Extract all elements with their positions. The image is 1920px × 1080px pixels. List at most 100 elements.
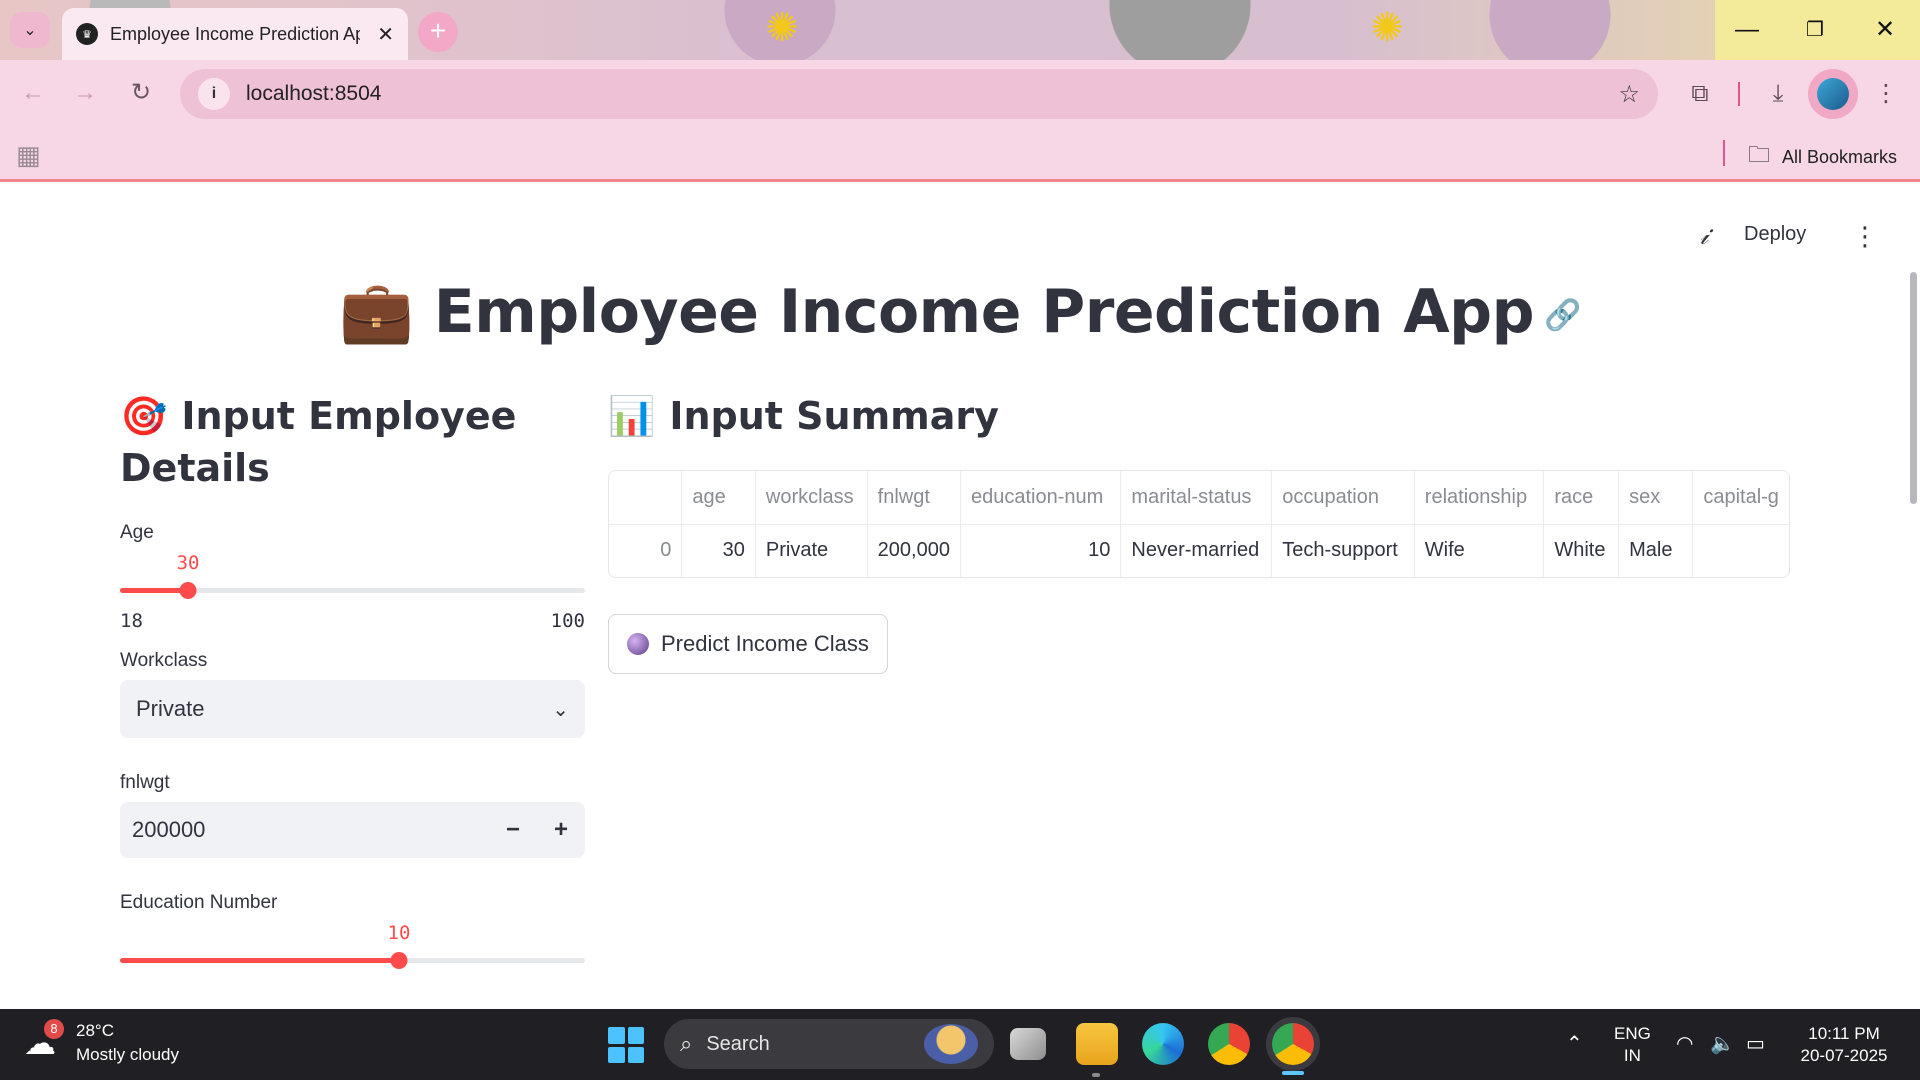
back-icon[interactable]: ←: [14, 74, 52, 112]
new-tab-button[interactable]: +: [418, 12, 458, 52]
wifi-icon[interactable]: ◠: [1676, 1033, 1693, 1055]
taskbar-search-box[interactable]: ⌕ Search: [664, 1019, 994, 1069]
deploy-button[interactable]: Deploy: [1744, 223, 1806, 246]
fnlwgt-label: fnlwgt: [120, 772, 170, 793]
browser-tab-strip: ✺ ✺ ⌄ ♛ Employee Income Prediction App ✕…: [0, 0, 1920, 60]
search-highlight-icon: [924, 1024, 978, 1064]
language-indicator[interactable]: ENG IN: [1614, 1023, 1651, 1067]
tab-title: Employee Income Prediction App: [110, 23, 360, 44]
column-header[interactable]: sex: [1618, 471, 1694, 525]
forward-icon[interactable]: →: [66, 74, 104, 112]
windows-start-icon[interactable]: [608, 1027, 644, 1063]
volume-icon[interactable]: 🔈: [1710, 1033, 1735, 1055]
weather-temp: 28°C: [76, 1021, 114, 1040]
table-cell[interactable]: Wife: [1414, 524, 1545, 577]
info-icon[interactable]: 𝒾: [1700, 221, 1708, 252]
chrome-browser-icon[interactable]: [1208, 1023, 1250, 1065]
age-slider-value: 30: [176, 552, 200, 574]
battery-icon[interactable]: ▭: [1746, 1033, 1765, 1055]
page-title-text: Employee Income Prediction App: [433, 277, 1535, 347]
chevron-up-icon[interactable]: ⌃: [1566, 1033, 1583, 1055]
age-field: Age 30 18 100: [120, 522, 585, 632]
age-slider-min: 18: [120, 610, 143, 632]
link-icon[interactable]: 🔗: [1544, 298, 1581, 333]
education-num-slider[interactable]: 10: [120, 922, 585, 969]
clock-date: 20-07-2025: [1800, 1046, 1888, 1065]
app-menu-icon[interactable]: ⋮: [1852, 221, 1878, 252]
all-bookmarks-button[interactable]: 🗀 All Bookmarks: [1748, 138, 1897, 176]
bar-chart-icon: 📊: [608, 394, 656, 438]
chrome-profile-icon[interactable]: [1272, 1023, 1314, 1065]
column-header[interactable]: age: [681, 471, 756, 525]
browser-tab-active[interactable]: ♛ Employee Income Prediction App ✕: [62, 8, 408, 60]
table-cell[interactable]: 10: [960, 524, 1122, 577]
folder-icon: 🗀: [1748, 142, 1771, 167]
increment-button[interactable]: +: [537, 802, 585, 858]
fnlwgt-number-input[interactable]: 200000 − +: [120, 802, 585, 858]
workclass-select[interactable]: Private ⌄: [120, 680, 585, 738]
download-icon[interactable]: ⤓: [1758, 74, 1798, 114]
menu-icon[interactable]: ⋮: [1866, 74, 1906, 114]
predict-income-button[interactable]: Predict Income Class: [608, 614, 888, 674]
app-running-indicator: [1092, 1073, 1100, 1077]
education-num-slider-thumb[interactable]: [390, 952, 408, 969]
column-header[interactable]: relationship: [1414, 471, 1545, 525]
column-header[interactable]: race: [1543, 471, 1620, 525]
age-slider-track[interactable]: [120, 582, 585, 599]
fnlwgt-value[interactable]: 200000: [120, 817, 489, 843]
language-top: ENG: [1614, 1024, 1651, 1043]
table-cell[interactable]: Tech-support: [1271, 524, 1415, 577]
star-icon[interactable]: ☆: [1618, 80, 1640, 109]
close-icon[interactable]: ✕: [377, 22, 394, 47]
table-cell[interactable]: 30: [681, 524, 756, 577]
column-header[interactable]: occupation: [1271, 471, 1415, 525]
age-slider-fill: [120, 588, 189, 593]
search-icon: ⌕: [680, 1031, 693, 1056]
reload-icon[interactable]: ↻: [122, 74, 160, 112]
table-cell[interactable]: 200,000: [867, 524, 961, 577]
table-cell[interactable]: Private: [755, 524, 868, 577]
avatar-image: [1817, 78, 1849, 110]
window-close-icon[interactable]: ✕: [1860, 10, 1910, 50]
profile-avatar[interactable]: [1808, 69, 1858, 119]
column-header[interactable]: marital-status: [1120, 471, 1273, 525]
column-header[interactable]: workclass: [755, 471, 868, 525]
education-num-label: Education Number: [120, 892, 278, 913]
table-cell[interactable]: White: [1543, 524, 1620, 577]
weather-widget[interactable]: ☁ 8 28°C Mostly cloudy: [24, 1019, 179, 1067]
briefcase-icon: 💼: [339, 277, 414, 347]
task-view-icon[interactable]: [1010, 1028, 1046, 1060]
table-cell[interactable]: Male: [1618, 524, 1694, 577]
table-cell[interactable]: Never-married: [1120, 524, 1273, 577]
file-explorer-icon[interactable]: [1076, 1023, 1118, 1065]
language-bottom: IN: [1623, 1046, 1641, 1065]
address-bar[interactable]: i localhost:8504 ☆: [180, 69, 1658, 119]
clock[interactable]: 10:11 PM 20-07-2025: [1794, 1023, 1894, 1067]
summary-table[interactable]: age workclass fnlwgt education-num marit…: [608, 470, 1790, 578]
decrement-button[interactable]: −: [489, 802, 537, 858]
tab-search-button[interactable]: ⌄: [10, 12, 50, 48]
minimize-icon[interactable]: —: [1722, 10, 1772, 50]
input-panel: 🎯 Input Employee Details Age 30 18 100 Wo…: [120, 390, 585, 969]
edge-browser-icon[interactable]: [1142, 1023, 1184, 1065]
restore-icon[interactable]: ❐: [1790, 10, 1840, 50]
education-num-slider-track[interactable]: [120, 952, 585, 969]
all-bookmarks-label: All Bookmarks: [1782, 146, 1898, 167]
age-slider[interactable]: 30 18 100: [120, 552, 585, 632]
table-cell[interactable]: [1693, 524, 1789, 577]
apps-icon[interactable]: ▦: [16, 140, 41, 171]
page-title: 💼 Employee Income Prediction App 🔗: [0, 276, 1920, 347]
age-slider-max: 100: [550, 610, 585, 632]
bookmarks-bar: ▦ 🗀 All Bookmarks: [0, 126, 1920, 182]
toolbar-divider: [1738, 82, 1740, 106]
predict-button-label: Predict Income Class: [661, 631, 869, 656]
column-header[interactable]: capital-g: [1692, 471, 1789, 525]
column-header[interactable]: education-num: [960, 471, 1122, 525]
extensions-icon[interactable]: ⧉: [1680, 74, 1720, 114]
column-header[interactable]: [609, 471, 683, 525]
age-slider-thumb[interactable]: [179, 582, 197, 599]
column-header[interactable]: fnlwgt: [867, 471, 961, 525]
table-cell[interactable]: 0: [609, 524, 683, 577]
site-info-icon[interactable]: i: [198, 78, 230, 110]
chevron-down-icon: ⌄: [23, 22, 37, 39]
